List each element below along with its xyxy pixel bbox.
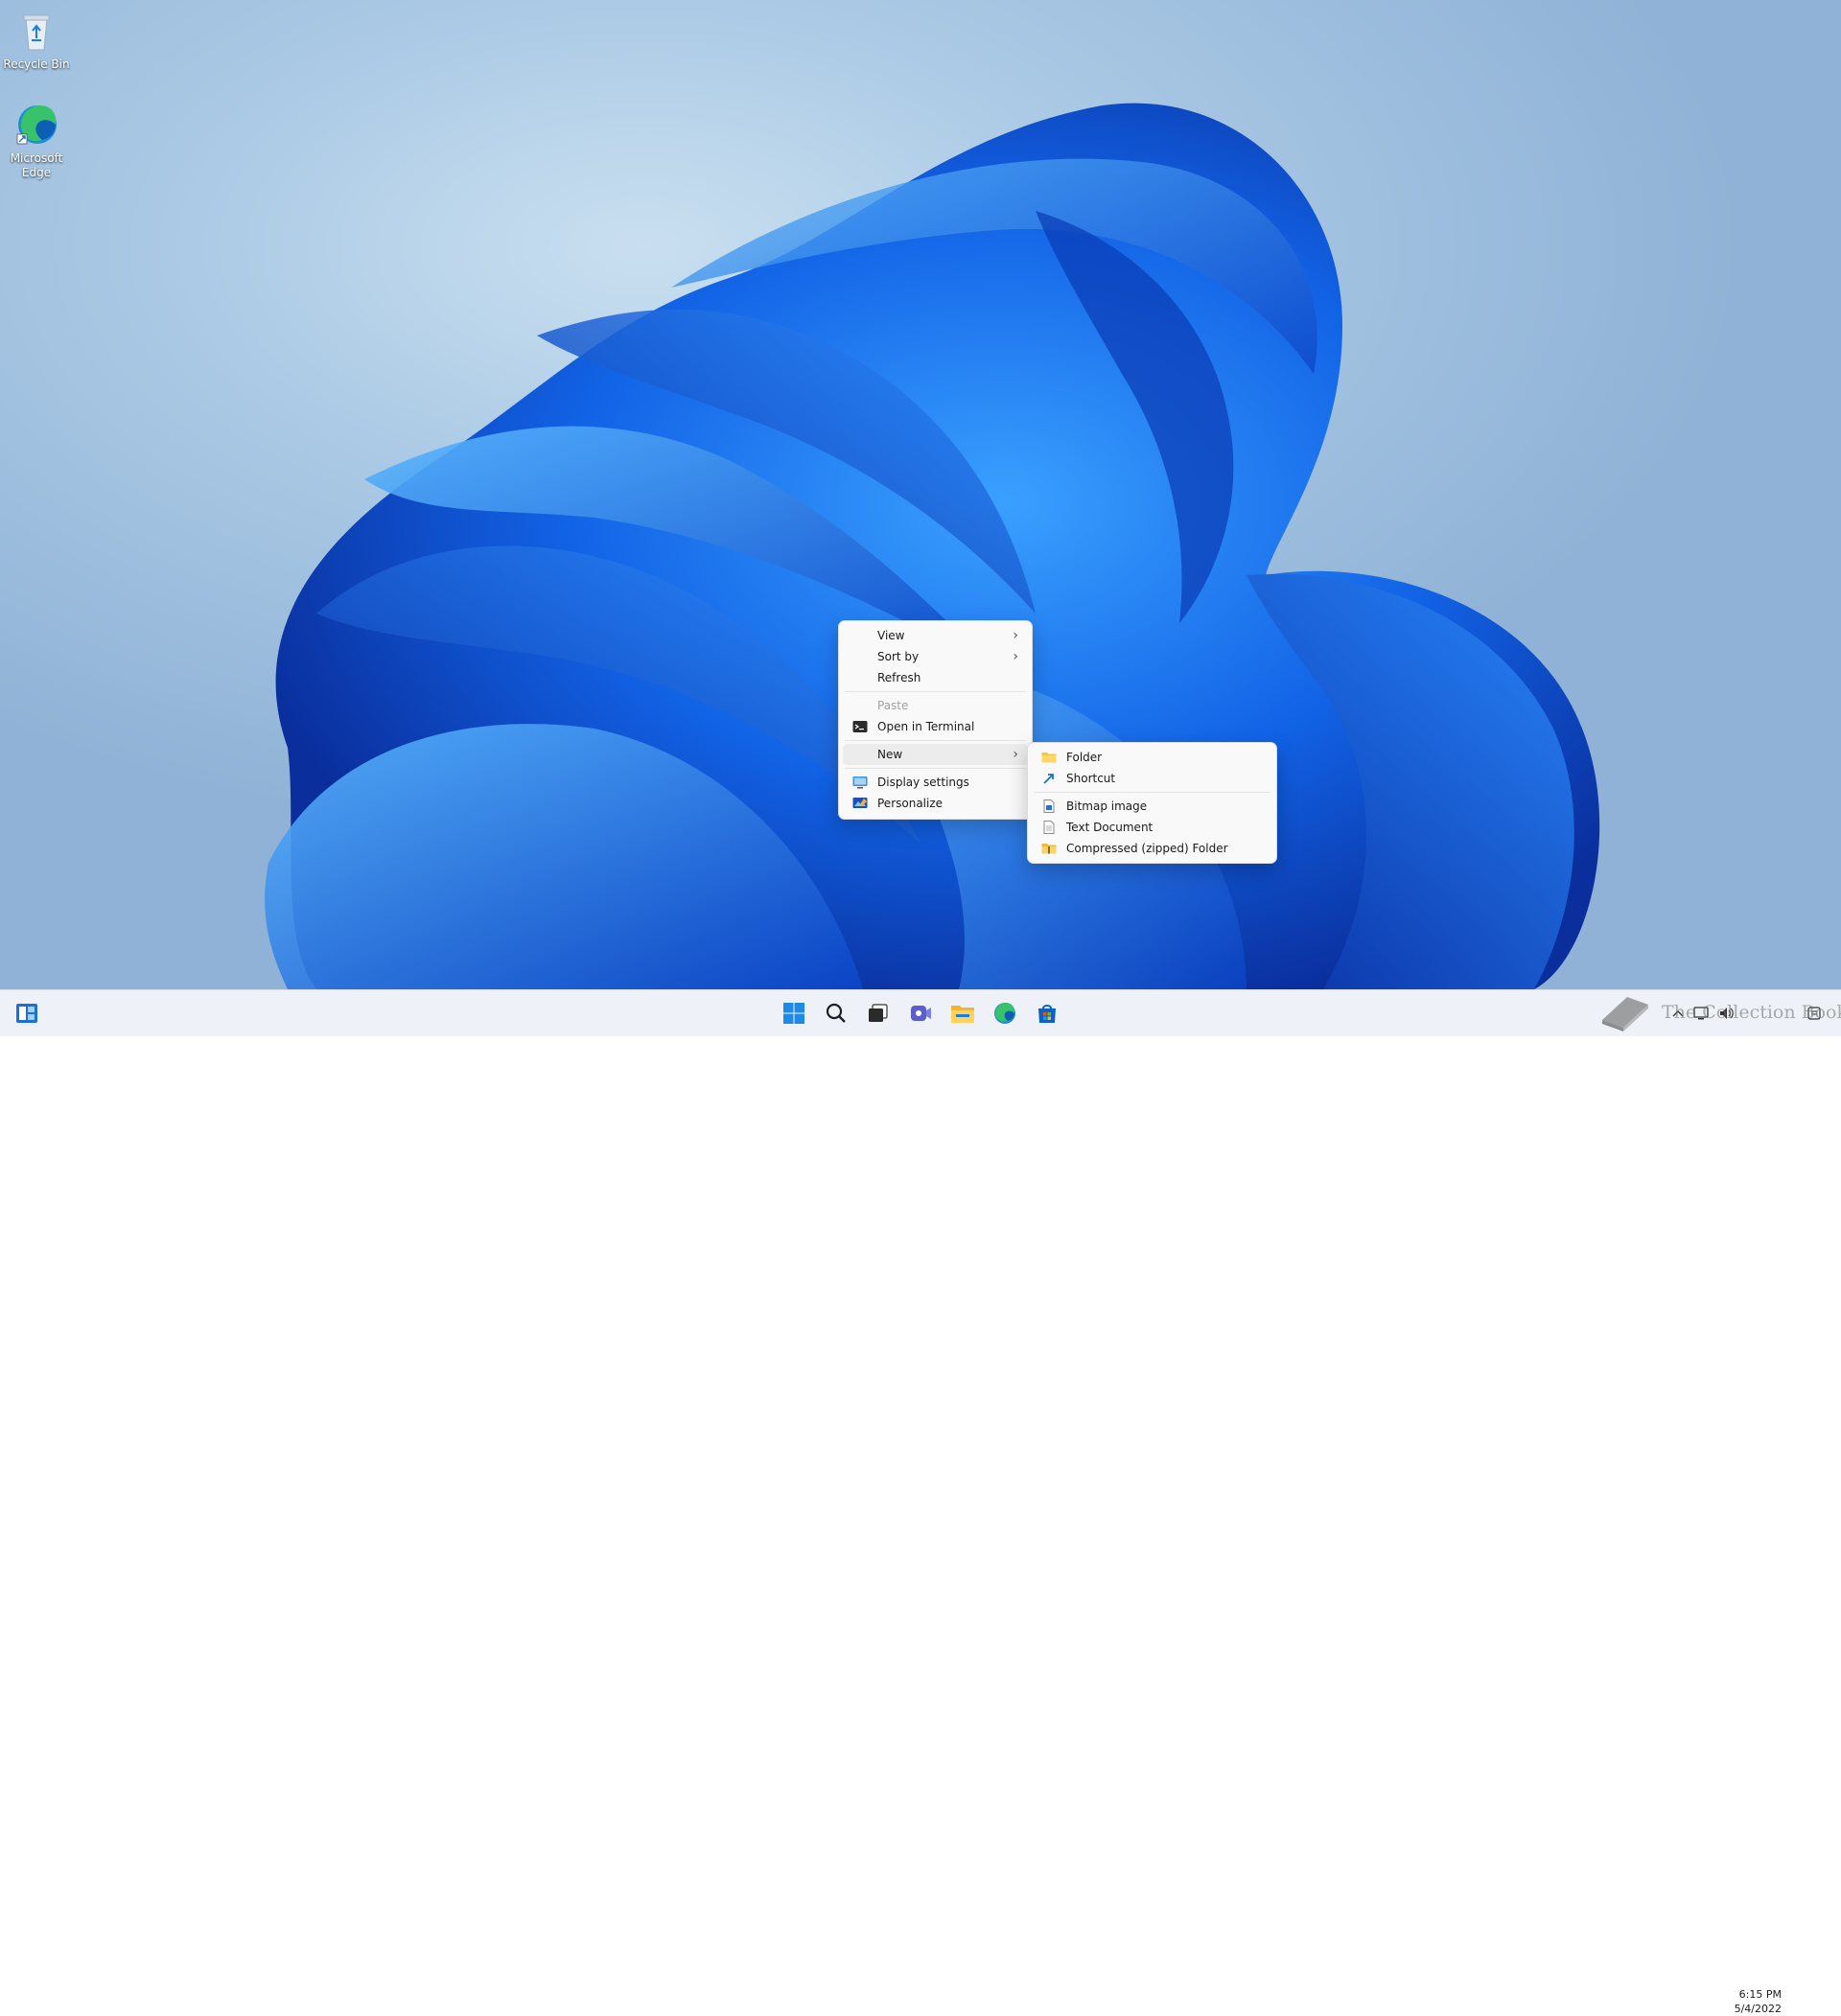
file-explorer-button[interactable] bbox=[949, 1000, 976, 1027]
submenu-item-label: Shortcut bbox=[1066, 772, 1116, 785]
start-button[interactable] bbox=[781, 1000, 807, 1027]
folder-icon bbox=[1041, 753, 1057, 763]
menu-item-label: Personalize bbox=[877, 797, 944, 810]
menu-item-label: Sort by bbox=[877, 650, 920, 663]
submenu-item-folder[interactable]: Folder bbox=[1032, 747, 1272, 768]
clock[interactable]: 6:15 PM 5/4/2022 bbox=[1714, 1987, 1782, 2016]
menu-item-label: New bbox=[877, 748, 903, 761]
submenu-item-label: Folder bbox=[1066, 751, 1103, 764]
menu-item-label: Refresh bbox=[877, 671, 921, 684]
desktop-icon-label: Microsoft Edge bbox=[10, 151, 63, 179]
edge-icon bbox=[994, 1003, 1015, 1024]
search-icon bbox=[826, 1003, 846, 1023]
wallpaper-bloom bbox=[265, 103, 1600, 989]
personalize-icon bbox=[852, 798, 868, 808]
menu-item-sort-by[interactable]: Sort by › bbox=[843, 646, 1028, 667]
store-icon bbox=[1038, 1005, 1056, 1023]
menu-item-refresh[interactable]: Refresh bbox=[843, 667, 1028, 688]
submenu-item-label: Bitmap image bbox=[1066, 799, 1148, 813]
new-submenu: Folder Shortcut Bitmap image Text Docume… bbox=[1027, 742, 1277, 864]
desktop-context-menu: View › Sort by › Refresh Paste Open in T… bbox=[838, 620, 1033, 820]
menu-item-open-in-terminal[interactable]: Open in Terminal bbox=[843, 716, 1028, 737]
menu-item-label: Display settings bbox=[877, 776, 969, 789]
shortcut-icon bbox=[1043, 774, 1054, 784]
submenu-item-text-document[interactable]: Text Document bbox=[1032, 817, 1272, 838]
terminal-icon bbox=[852, 721, 868, 732]
watermark-text: The Collection Book bbox=[1662, 1002, 1841, 1023]
menu-item-view[interactable]: View › bbox=[843, 625, 1028, 646]
menu-separator bbox=[845, 768, 1026, 769]
store-button[interactable] bbox=[1034, 1000, 1060, 1027]
watermark: The Collection Book bbox=[1598, 991, 1841, 1033]
submenu-item-shortcut[interactable]: Shortcut bbox=[1032, 768, 1272, 789]
edge-button[interactable] bbox=[991, 1000, 1018, 1027]
bitmap-icon bbox=[1043, 799, 1055, 813]
chevron-right-icon: › bbox=[1013, 747, 1018, 762]
menu-item-label: Open in Terminal bbox=[877, 720, 975, 733]
menu-item-label: View bbox=[877, 629, 905, 642]
submenu-item-label: Compressed (zipped) Folder bbox=[1066, 842, 1228, 855]
menu-separator bbox=[845, 691, 1026, 692]
clock-date: 5/4/2022 bbox=[1734, 2003, 1782, 2015]
edge-icon bbox=[16, 105, 57, 145]
menu-separator bbox=[845, 740, 1026, 741]
recycle-bin-icon bbox=[23, 14, 50, 51]
desktop-icon-recycle-bin[interactable]: Recycle Bin bbox=[0, 8, 73, 72]
task-view-button[interactable] bbox=[865, 1000, 892, 1027]
menu-item-display-settings[interactable]: Display settings bbox=[843, 772, 1028, 793]
widgets-icon bbox=[16, 1004, 37, 1023]
desktop[interactable]: Recycle Bin Microsoft Edge View › Sort b… bbox=[0, 0, 1841, 989]
zip-folder-icon bbox=[1041, 844, 1057, 854]
chevron-right-icon: › bbox=[1013, 628, 1018, 643]
submenu-item-label: Text Document bbox=[1066, 821, 1154, 834]
chat-button[interactable] bbox=[907, 1000, 934, 1027]
file-explorer-icon bbox=[951, 1006, 974, 1023]
menu-item-personalize[interactable]: Personalize bbox=[843, 793, 1028, 814]
display-icon bbox=[852, 776, 868, 789]
clock-time: 6:15 PM bbox=[1738, 1988, 1782, 2001]
task-view-icon bbox=[869, 1004, 888, 1022]
submenu-item-compressed-folder[interactable]: Compressed (zipped) Folder bbox=[1032, 838, 1272, 859]
menu-separator bbox=[1034, 792, 1270, 793]
taskbar: 6:15 PM 5/4/2022 bbox=[0, 989, 1841, 2015]
chevron-right-icon: › bbox=[1013, 649, 1018, 664]
book-icon bbox=[1602, 997, 1648, 1031]
chat-icon bbox=[911, 1006, 931, 1021]
menu-item-paste: Paste bbox=[843, 695, 1028, 716]
desktop-icon-microsoft-edge[interactable]: Microsoft Edge bbox=[0, 102, 73, 180]
menu-item-label: Paste bbox=[877, 699, 909, 712]
start-icon bbox=[783, 1003, 804, 1024]
submenu-item-bitmap-image[interactable]: Bitmap image bbox=[1032, 796, 1272, 817]
search-button[interactable] bbox=[823, 1000, 850, 1027]
text-document-icon bbox=[1043, 821, 1055, 834]
desktop-icon-label: Recycle Bin bbox=[3, 58, 70, 71]
widgets-button[interactable] bbox=[13, 1000, 40, 1027]
menu-item-new[interactable]: New › bbox=[843, 744, 1028, 765]
